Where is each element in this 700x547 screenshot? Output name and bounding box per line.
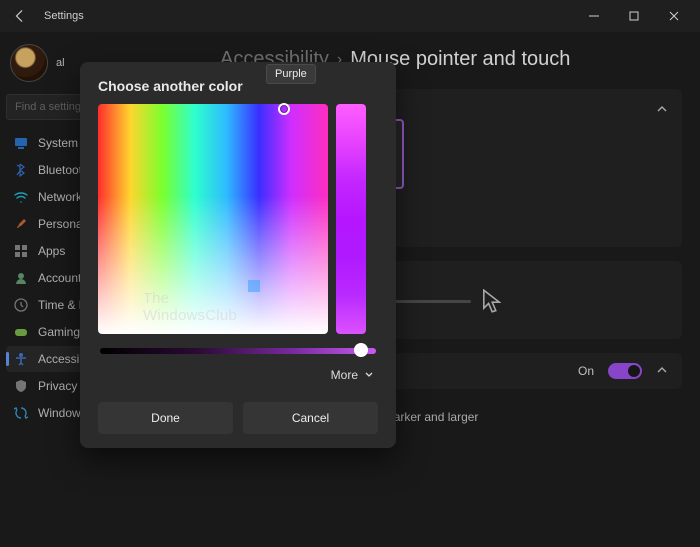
window-title: Settings [44, 10, 84, 22]
chevron-down-icon [364, 370, 374, 380]
maximize-button[interactable] [614, 2, 654, 30]
close-button[interactable] [654, 2, 694, 30]
modal-title: Choose another color [98, 78, 378, 104]
sv-cursor[interactable] [278, 103, 290, 115]
titlebar: Settings [0, 0, 700, 32]
value-slider[interactable] [100, 348, 376, 354]
saturation-value-panel[interactable]: The WindowsClub [98, 104, 328, 334]
watermark-square [248, 280, 260, 292]
more-toggle[interactable]: More [98, 354, 378, 388]
done-button[interactable]: Done [98, 402, 233, 434]
cancel-button[interactable]: Cancel [243, 402, 378, 434]
back-button[interactable] [10, 6, 30, 26]
minimize-button[interactable] [574, 2, 614, 30]
hue-strip[interactable] [336, 104, 366, 334]
watermark-text: The WindowsClub [143, 291, 237, 324]
color-tooltip: Purple [266, 64, 316, 84]
color-picker-modal: Choose another color The WindowsClub Mor… [80, 62, 396, 448]
value-slider-thumb[interactable] [354, 343, 368, 357]
